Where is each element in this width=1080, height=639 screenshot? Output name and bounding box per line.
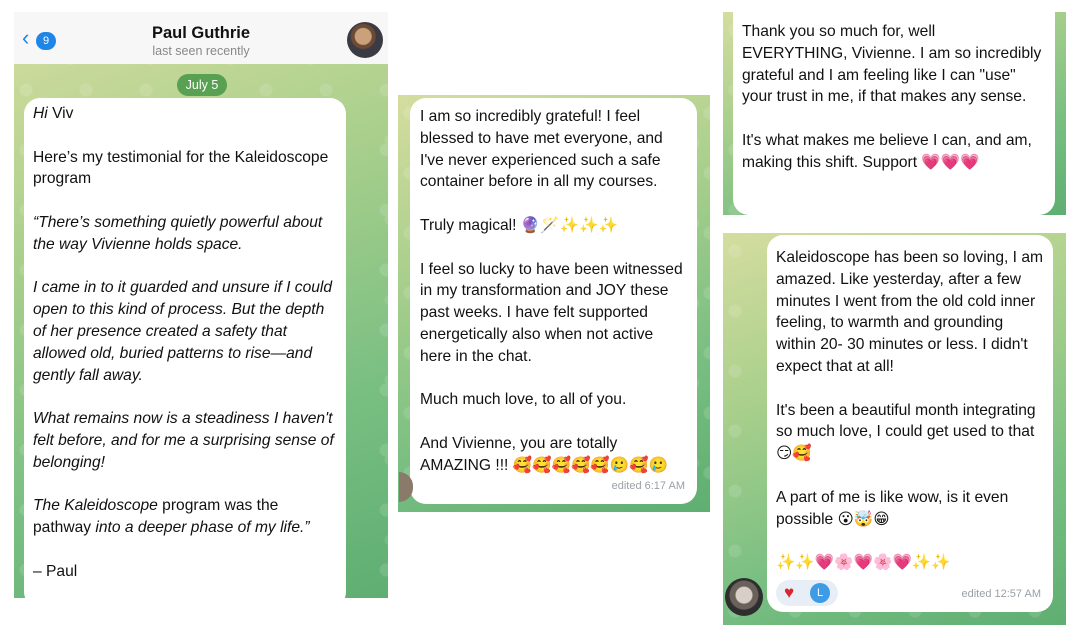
flower-heart-emojis: ✨✨💗🌸💗🌸💗✨✨: [776, 553, 951, 572]
sender-avatar[interactable]: [725, 578, 763, 616]
smile-emojis: 😏🥰: [776, 444, 812, 463]
message-bubble-thank-you[interactable]: Thank you so much for, well EVERYTHING, …: [733, 4, 1055, 215]
heart-reaction-icon[interactable]: ♥: [784, 583, 794, 603]
contact-avatar[interactable]: [347, 22, 383, 58]
love-emojis: 🥰🥰🥰🥰🥰🥲🥰🥲: [512, 455, 669, 474]
reaction-bar[interactable]: ♥ L: [776, 580, 838, 606]
contact-name[interactable]: Paul Guthrie: [14, 24, 388, 43]
testimonial-para-3b: felt before, and for me a surprising sen…: [33, 431, 334, 471]
message-timestamp: edited 6:17 AM: [611, 480, 685, 493]
message-para-4: Much much love, to all of you.: [420, 391, 627, 409]
message-bubble-kaleidoscope[interactable]: Kaleidoscope has been so loving, I am am…: [767, 235, 1053, 612]
testimonial-para-1: “There’s something quietly powerful abou…: [33, 213, 323, 253]
signoff-text: – Paul: [33, 562, 78, 580]
kaleido-para-2: It's been a beautiful month integrating …: [776, 401, 1036, 441]
message-bubble-testimonial[interactable]: Hi Viv Here’s my testimonial for the Kal…: [24, 98, 346, 608]
testimonial-para-4c: into a deeper phase of my life.”: [95, 519, 310, 537]
message-para-1: I am so incredibly grateful! I feel bles…: [420, 108, 663, 191]
contact-status: last seen recently: [152, 44, 250, 58]
message-para-3: I feel so lucky to have been witnessed i…: [420, 260, 683, 365]
message-para-2: Truly magical!: [420, 216, 521, 234]
kaleido-para-1: Kaleidoscope has been so loving, I am am…: [776, 249, 1043, 375]
testimonial-para-3a: What remains now is a steadiness I haven…: [33, 410, 333, 428]
wow-emojis: 😮🤯😁: [837, 509, 890, 528]
chat-header: ‹ 9 Paul Guthrie last seen recently: [14, 12, 388, 64]
kaleido-para-3: A part of me is like wow, is it even pos…: [776, 488, 1009, 528]
heart-emojis: 💗💗💗: [921, 152, 980, 171]
greeting-italic: Hi: [33, 105, 48, 122]
greeting-text: Viv: [47, 105, 74, 122]
reactor-avatar[interactable]: L: [810, 583, 830, 603]
testimonial-para-4a: The Kaleidoscope: [33, 497, 158, 515]
intro-text: Here’s my testimonial for the Kaleidosco…: [33, 148, 329, 188]
thanks-para-1: Thank you so much for, well EVERYTHING, …: [742, 23, 1042, 106]
sparkle-emojis: 🔮🪄✨✨✨: [520, 215, 618, 234]
message-timestamp: edited 12:57 AM: [961, 588, 1041, 601]
thanks-para-2: It's what makes me believe I can, and am…: [742, 131, 1032, 171]
testimonial-para-2: I came in to it guarded and unsure if I …: [33, 279, 333, 384]
date-separator: July 5: [177, 74, 227, 96]
message-bubble-grateful[interactable]: I am so incredibly grateful! I feel bles…: [410, 98, 697, 504]
